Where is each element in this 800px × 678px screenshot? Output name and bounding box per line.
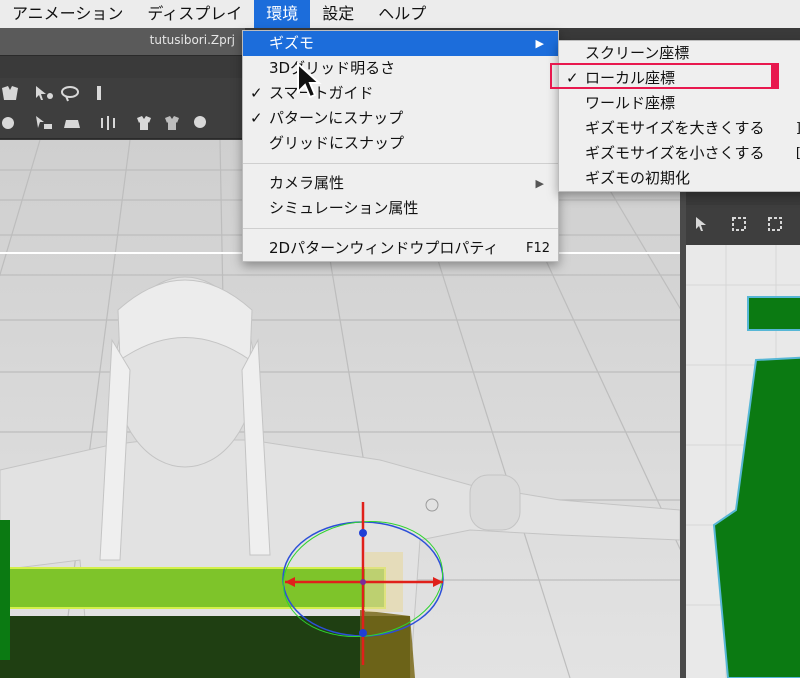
menu-item-2d-window-properties[interactable]: 2Dパターンウィンドウプロパティ F12 xyxy=(243,236,558,261)
transform-pattern-icon[interactable] xyxy=(730,215,750,233)
select-pattern-icon[interactable] xyxy=(694,215,714,233)
menu-item-label: 3Dグリッド明るさ xyxy=(269,59,396,77)
menu-item-label: ワールド座標 xyxy=(585,94,676,112)
menu-separator xyxy=(243,228,558,229)
edit-point-icon[interactable] xyxy=(766,215,786,233)
avatar-icon[interactable] xyxy=(190,114,210,132)
menu-display[interactable]: ディスプレイ xyxy=(135,0,254,28)
menu-separator xyxy=(243,163,558,164)
shirt-alt-icon[interactable] xyxy=(162,114,182,132)
menu-settings[interactable]: 設定 xyxy=(310,0,366,28)
menu-bar: アニメーション ディスプレイ 環境 設定 ヘルプ xyxy=(0,0,800,28)
cursor-icon xyxy=(297,62,322,99)
menu-item-label: ギズモサイズを小さくする xyxy=(585,144,765,162)
menu-item-label: パターンにスナップ xyxy=(269,109,404,127)
submenu-arrow-icon: ▶ xyxy=(535,177,544,190)
menu-item-label: 2Dパターンウィンドウプロパティ xyxy=(269,239,499,257)
menu-item-gizmo[interactable]: ギズモ ▶ xyxy=(243,31,558,56)
check-icon: ✓ xyxy=(250,109,263,127)
shortcut-label: F12 xyxy=(525,241,550,256)
menu-item-world-coordinates[interactable]: ワールド座標 xyxy=(559,91,800,116)
menu-item-smart-guide[interactable]: ✓ スマートガイド xyxy=(243,81,558,106)
menu-item-decrease-gizmo-size[interactable]: ギズモサイズを小さくする [ xyxy=(559,141,800,166)
menu-item-snap-to-pattern[interactable]: ✓ パターンにスナップ xyxy=(243,106,558,131)
menu-item-increase-gizmo-size[interactable]: ギズモサイズを大きくする ] xyxy=(559,116,800,141)
window-title-bar: tutusibori.Zprj xyxy=(0,28,245,56)
toolbar-3d-bottom xyxy=(0,108,245,139)
callout-marker xyxy=(771,63,779,89)
flat-pattern-icon[interactable] xyxy=(62,114,82,132)
menu-animation[interactable]: アニメーション xyxy=(0,0,135,28)
menu-item-snap-to-grid[interactable]: グリッドにスナップ xyxy=(243,131,558,156)
menu-environment[interactable]: 環境 xyxy=(254,0,311,28)
shortcut-label: ] xyxy=(796,116,800,141)
garment-icon[interactable] xyxy=(0,84,20,102)
environment-menu: ギズモ ▶ 3Dグリッド明るさ ✓ スマートガイド ✓ パターンにスナップ グリ… xyxy=(242,30,559,262)
menu-item-camera-properties[interactable]: カメラ属性 ▶ xyxy=(243,171,558,196)
menu-item-3d-grid-brightness[interactable]: 3Dグリッド明るさ xyxy=(243,56,558,81)
menu-item-label: ギズモ xyxy=(269,34,315,52)
shirt-icon[interactable] xyxy=(134,114,154,132)
menu-item-label: スクリーン座標 xyxy=(585,44,690,62)
toolbar-2d xyxy=(686,205,800,245)
file-title: tutusibori.Zprj xyxy=(149,33,235,47)
menu-item-simulation-properties[interactable]: シミュレーション属性 xyxy=(243,196,558,221)
menu-item-reset-gizmo[interactable]: ギズモの初期化 xyxy=(559,166,800,191)
shortcut-label: [ xyxy=(796,141,800,166)
menu-item-label: グリッドにスナップ xyxy=(269,134,405,152)
menu-help[interactable]: ヘルプ xyxy=(366,0,438,28)
menu-item-label: カメラ属性 xyxy=(269,174,345,192)
menu-item-label: ギズモサイズを大きくする xyxy=(585,119,765,137)
2d-pattern-window[interactable] xyxy=(686,245,800,678)
lasso-icon[interactable] xyxy=(60,84,80,102)
menu-item-label: シミュレーション属性 xyxy=(269,199,419,217)
check-icon: ✓ xyxy=(250,84,263,102)
toolbar-3d-top xyxy=(0,78,245,109)
pin-icon[interactable] xyxy=(90,84,110,102)
fold-icon[interactable] xyxy=(0,114,20,132)
select-icon[interactable] xyxy=(34,84,54,102)
menu-item-label: ギズモの初期化 xyxy=(585,169,691,187)
callout-highlight xyxy=(550,63,779,89)
sew-icon[interactable] xyxy=(98,114,118,132)
transform-icon[interactable] xyxy=(34,114,54,132)
submenu-arrow-icon: ▶ xyxy=(535,37,544,50)
